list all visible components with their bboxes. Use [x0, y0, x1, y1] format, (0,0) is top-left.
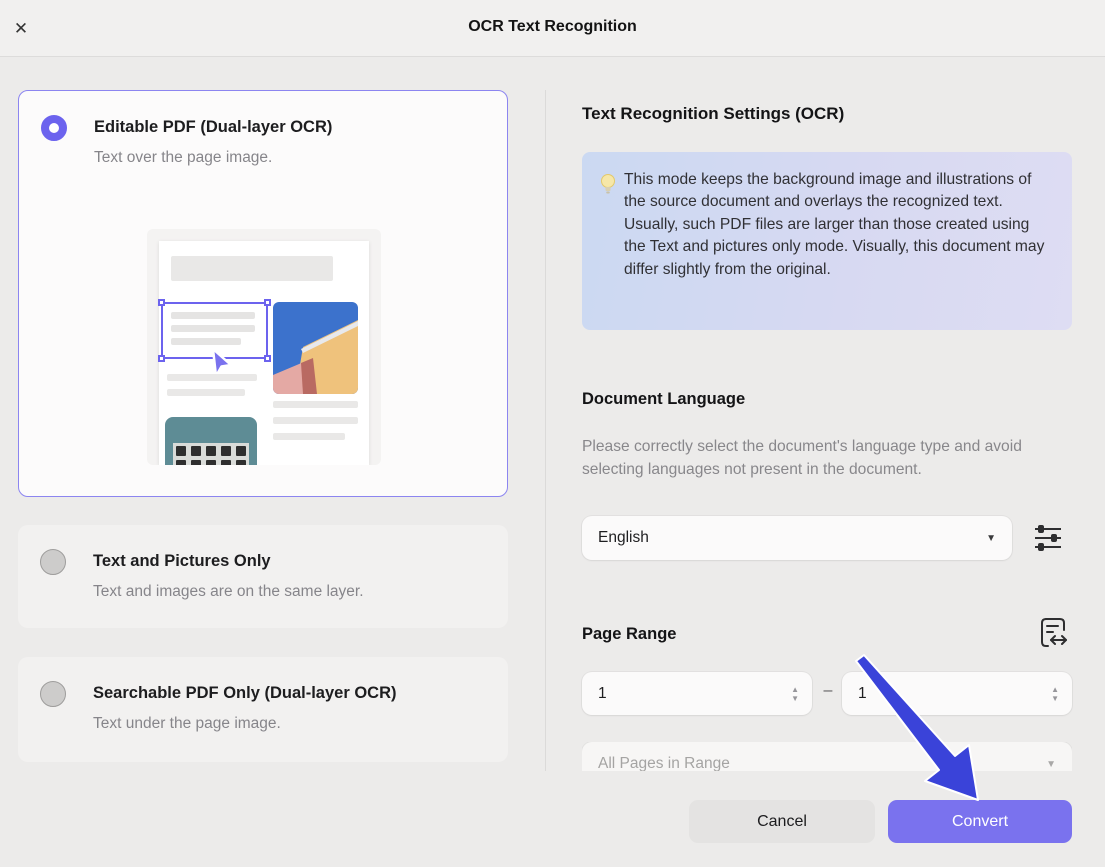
convert-button[interactable]: Convert — [888, 800, 1072, 843]
title-bar: ✕ OCR Text Recognition — [0, 0, 1105, 57]
language-advanced-sliders-icon[interactable] — [1033, 524, 1063, 552]
mode-card-editable-pdf[interactable]: Editable PDF (Dual-layer OCR) Text over … — [18, 90, 508, 497]
page-range-heading: Page Range — [582, 625, 676, 644]
page-from-input[interactable]: 1 ▲ ▼ — [582, 672, 812, 715]
illustration-keyboard-image — [165, 417, 257, 465]
chevron-down-icon: ▼ — [986, 533, 996, 544]
info-box: This mode keeps the background image and… — [582, 152, 1072, 330]
radio-searchable-pdf[interactable] — [40, 681, 66, 707]
mode-subtitle: Text and images are on the same layer. — [93, 583, 364, 601]
stepper-down-icon[interactable]: ▼ — [1051, 694, 1059, 703]
illustration-page — [159, 241, 369, 465]
panel-divider — [545, 90, 546, 771]
mode-illustration — [147, 229, 381, 465]
page-subset-clipped-region: All Pages in Range ▼ — [582, 742, 1072, 771]
document-language-description: Please correctly select the document's l… — [582, 436, 1052, 481]
language-select-value: English — [598, 529, 986, 547]
page-subset-select[interactable]: All Pages in Range ▼ — [582, 742, 1072, 771]
mode-title: Editable PDF (Dual-layer OCR) — [94, 118, 332, 137]
settings-heading: Text Recognition Settings (OCR) — [582, 104, 844, 124]
page-to-stepper[interactable]: ▲ ▼ — [1051, 685, 1059, 703]
page-from-stepper[interactable]: ▲ ▼ — [791, 685, 799, 703]
radio-editable-pdf[interactable] — [41, 115, 67, 141]
page-to-value: 1 — [858, 685, 1051, 703]
mode-subtitle: Text over the page image. — [94, 149, 332, 167]
window-title: OCR Text Recognition — [0, 18, 1105, 36]
cancel-button[interactable]: Cancel — [689, 800, 875, 843]
mode-title: Searchable PDF Only (Dual-layer OCR) — [93, 684, 397, 703]
mode-card-text-pictures-only[interactable]: Text and Pictures Only Text and images a… — [18, 525, 508, 628]
chevron-down-icon: ▼ — [1046, 759, 1056, 770]
stepper-down-icon[interactable]: ▼ — [791, 694, 799, 703]
document-language-heading: Document Language — [582, 390, 745, 409]
illustration-photo — [273, 302, 358, 394]
mode-card-searchable-pdf[interactable]: Searchable PDF Only (Dual-layer OCR) Tex… — [18, 657, 508, 762]
radio-text-pictures-only[interactable] — [40, 549, 66, 575]
mode-title: Text and Pictures Only — [93, 552, 364, 571]
page-from-value: 1 — [598, 685, 791, 703]
page-to-input[interactable]: 1 ▲ ▼ — [842, 672, 1072, 715]
language-select[interactable]: English ▼ — [582, 516, 1012, 560]
page-range-separator: – — [818, 682, 838, 700]
info-text: This mode keeps the background image and… — [624, 169, 1054, 314]
page-subset-value: All Pages in Range — [598, 755, 1046, 771]
stepper-up-icon[interactable]: ▲ — [1051, 685, 1059, 694]
stepper-up-icon[interactable]: ▲ — [791, 685, 799, 694]
lightbulb-icon — [596, 172, 620, 196]
mode-subtitle: Text under the page image. — [93, 715, 397, 733]
page-range-icon[interactable] — [1036, 616, 1070, 652]
